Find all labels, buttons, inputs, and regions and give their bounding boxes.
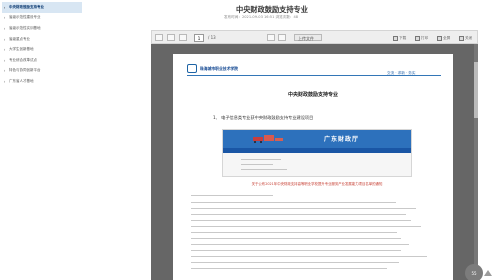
- sidebar-item-label: 省级示范性建设专业: [9, 15, 41, 20]
- page-title: 中央财政鼓励支持专业: [236, 5, 308, 14]
- text-line: [191, 195, 273, 197]
- fullscreen-icon: [437, 35, 442, 41]
- school-logo: 珠海城市职业技术学院: [187, 64, 238, 73]
- screenshot-body: [223, 153, 411, 176]
- sidebar-item-label: 专业综合改革试点: [9, 57, 37, 62]
- sidebar-item-6[interactable]: › 专业综合改革试点: [2, 55, 82, 66]
- document-viewer: 珠海城市职业技术学院 交流 · 求新 · 务实 中央财政鼓励支持专业 1、 电子…: [151, 44, 478, 280]
- sidebar-item-7[interactable]: › 特色与协同创新平台: [2, 66, 82, 77]
- sidebar-item-8[interactable]: › 广东省人才基地: [2, 76, 82, 87]
- text-line: [191, 220, 411, 222]
- fullscreen-label: 全屏: [443, 35, 451, 40]
- car-illustration-icon: [253, 135, 283, 143]
- sidebar-item-label: 大学生创新基地: [9, 47, 34, 52]
- floating-counter-button[interactable]: 55: [465, 264, 483, 280]
- zoom-in-button[interactable]: [278, 34, 286, 41]
- text-line: [191, 238, 401, 240]
- page-number-input[interactable]: 1: [194, 33, 204, 42]
- sidebar-item-label: 省级重点专业: [9, 36, 30, 41]
- scrollbar-thumb[interactable]: [474, 62, 478, 118]
- embedded-screenshot: 广东财政厅: [222, 129, 412, 177]
- chevron-right-icon: ›: [3, 25, 6, 31]
- zoom-out-button[interactable]: [267, 34, 275, 41]
- text-line: [191, 256, 427, 258]
- close-label: 关闭: [465, 35, 473, 40]
- close-action[interactable]: 关闭: [459, 34, 472, 42]
- chevron-right-icon: ›: [3, 47, 6, 53]
- header-divider: [187, 75, 441, 76]
- sidebar-item-3[interactable]: › 省级示范性实训基地: [2, 23, 82, 34]
- close-icon: [459, 35, 464, 41]
- text-line: [191, 214, 406, 216]
- sidebar-item-label: 广东省人才基地: [9, 78, 34, 83]
- chevron-right-icon: ›: [3, 78, 6, 84]
- print-action[interactable]: 打印: [415, 34, 428, 42]
- page-total: / 13: [208, 35, 216, 40]
- text-line: [191, 250, 401, 252]
- sidebar-item-5[interactable]: › 大学生创新基地: [2, 44, 82, 55]
- document-page: 珠海城市职业技术学院 交流 · 求新 · 务实 中央财政鼓励支持专业 1、 电子…: [173, 54, 453, 280]
- text-line: [191, 268, 387, 270]
- fullscreen-action[interactable]: 全屏: [437, 34, 450, 42]
- text-line: [191, 232, 397, 234]
- download-icon: [393, 35, 398, 41]
- sidebar-item-2[interactable]: › 省级示范性建设专业: [2, 13, 82, 24]
- upload-button[interactable]: 上传文件: [294, 34, 322, 41]
- next-page-button[interactable]: [179, 34, 187, 41]
- text-line: [191, 262, 399, 264]
- window: { "sidebar": { "items": [ {"label": "中央财…: [0, 0, 500, 280]
- document-subtitle: 1、 电子信息类专业获中央财政鼓励支持专业建设项目: [213, 115, 314, 120]
- document-title: 中央财政鼓励支持专业: [287, 92, 338, 98]
- download-label: 下载: [399, 35, 407, 40]
- sidebar-item-1[interactable]: › 中央财政鼓励支持专业: [2, 2, 82, 13]
- logo-icon: [187, 64, 197, 73]
- scrollbar[interactable]: [474, 44, 478, 280]
- pdf-toolbar: 1 / 13 上传文件 下载 打印 全屏 关闭: [151, 30, 478, 44]
- chevron-right-icon: ›: [3, 4, 6, 10]
- screenshot-logo: 广东财政厅: [324, 136, 360, 143]
- chevron-right-icon: ›: [3, 68, 6, 74]
- download-action[interactable]: 下载: [393, 34, 406, 42]
- sidebar-item-label: 中央财政鼓励支持专业: [9, 4, 44, 9]
- text-line: [191, 208, 416, 210]
- prev-page-button[interactable]: [167, 34, 175, 41]
- red-headline: 关于公布2021年中央财政支持高等职业学校提升专业服务产业发展能力项目名单的通知: [251, 182, 383, 186]
- page-meta: 发布时间：2021-09-03 16:51 浏览次数：48: [224, 15, 299, 19]
- floating-counter-label: 55: [471, 270, 477, 276]
- logo-text: 珠海城市职业技术学院: [200, 65, 238, 71]
- sidebar-item-label: 省级示范性实训基地: [9, 25, 41, 30]
- text-line: [191, 244, 409, 246]
- print-label: 打印: [421, 35, 429, 40]
- sidebar-toggle-button[interactable]: [155, 34, 163, 41]
- sidebar-nav: › 中央财政鼓励支持专业 › 省级示范性建设专业 › 省级示范性实训基地 › 省级重点专…: [0, 0, 84, 94]
- text-line: [191, 202, 396, 204]
- chevron-right-icon: ›: [3, 36, 6, 42]
- chevron-right-icon: ›: [3, 57, 6, 63]
- print-icon: [415, 35, 420, 41]
- sidebar-item-label: 特色与协同创新平台: [9, 68, 41, 73]
- text-line: [191, 226, 421, 228]
- scroll-top-icon[interactable]: [484, 270, 492, 276]
- sidebar-item-4[interactable]: › 省级重点专业: [2, 34, 82, 45]
- chevron-right-icon: ›: [3, 15, 6, 21]
